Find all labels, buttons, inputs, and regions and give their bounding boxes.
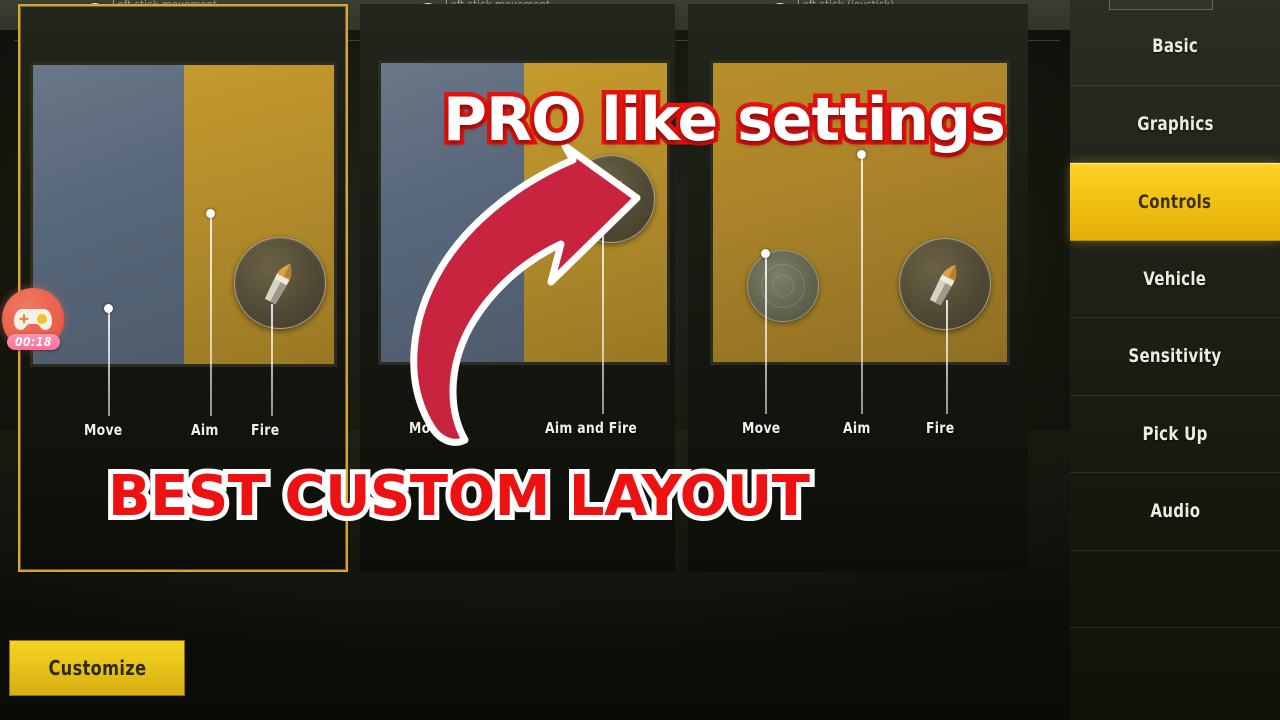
fire-callout-line <box>946 300 948 414</box>
fire-button-preview[interactable] <box>899 238 991 330</box>
aim-callout-dot <box>206 209 215 218</box>
sidebar-item-vehicle[interactable]: Vehicle <box>1070 241 1280 318</box>
aim-fire-callout-label: Aim and Fire <box>545 419 638 437</box>
move-callout-line <box>430 364 432 414</box>
sidebar-item-label: Graphics <box>1136 112 1214 135</box>
move-joystick-preview[interactable] <box>747 250 819 322</box>
sidebar-item-label: Sensitivity <box>1128 345 1222 368</box>
sidebar-item-label: Basic <box>1152 35 1198 58</box>
sidebar-item-sensitivity[interactable]: Sensitivity <box>1070 318 1280 396</box>
bullet-icon <box>596 180 622 220</box>
sidebar-item-graphics[interactable]: Graphics <box>1070 86 1280 163</box>
sidebar-item-label: Vehicle <box>1143 267 1207 290</box>
recorder-timer: 00:18 <box>7 334 60 350</box>
move-callout-dot <box>104 304 113 313</box>
aim-callout-label: Aim <box>843 419 871 437</box>
fire-button-preview[interactable] <box>234 237 326 329</box>
game-settings-screen: 1 Left stick movement Right fire (fixed … <box>0 0 1280 720</box>
aim-fire-button-preview[interactable] <box>567 155 655 243</box>
sidebar-item-label: Pick Up <box>1142 422 1208 445</box>
sidebar-item-pickup[interactable]: Pick Up <box>1070 396 1280 473</box>
bullet-icon <box>929 264 957 306</box>
move-callout-dot <box>761 249 770 258</box>
aim-callout-line <box>210 217 212 416</box>
move-callout-line <box>108 312 110 416</box>
move-callout-label: Move <box>84 421 123 439</box>
screen-recorder-badge[interactable]: 00:18 <box>2 288 64 350</box>
overlay-top-text: PRO like settings <box>439 81 1011 160</box>
sidebar-item-label: Controls <box>1138 190 1212 213</box>
layout-option-1-preview <box>30 62 337 367</box>
move-callout-line <box>765 257 767 414</box>
sidebar-item-empty <box>1070 551 1280 628</box>
aim-fire-callout-line <box>602 194 604 414</box>
fire-callout-label: Fire <box>926 419 955 437</box>
sidebar-item-basic[interactable]: Basic <box>1070 8 1280 86</box>
bullet-icon <box>264 263 292 305</box>
fire-callout-line <box>271 304 273 416</box>
sidebar-item-audio[interactable]: Audio <box>1070 473 1280 551</box>
move-callout-label: Move <box>742 419 781 437</box>
move-callout-label: Move <box>409 419 448 437</box>
fire-callout-label: Fire <box>251 421 280 439</box>
sidebar-item-controls[interactable]: Controls <box>1070 163 1280 241</box>
aim-callout-label: Aim <box>191 421 219 439</box>
customize-button[interactable]: Customize <box>9 640 185 696</box>
settings-sidebar: Basic Graphics Controls Vehicle Sensitiv… <box>1070 0 1280 720</box>
sidebar-item-label: Audio <box>1150 500 1200 523</box>
overlay-bottom-text: BEST CUSTOM LAYOUT <box>103 459 815 534</box>
gamepad-icon <box>14 309 52 330</box>
customize-button-label: Customize <box>47 656 146 680</box>
aim-callout-line <box>861 158 863 414</box>
